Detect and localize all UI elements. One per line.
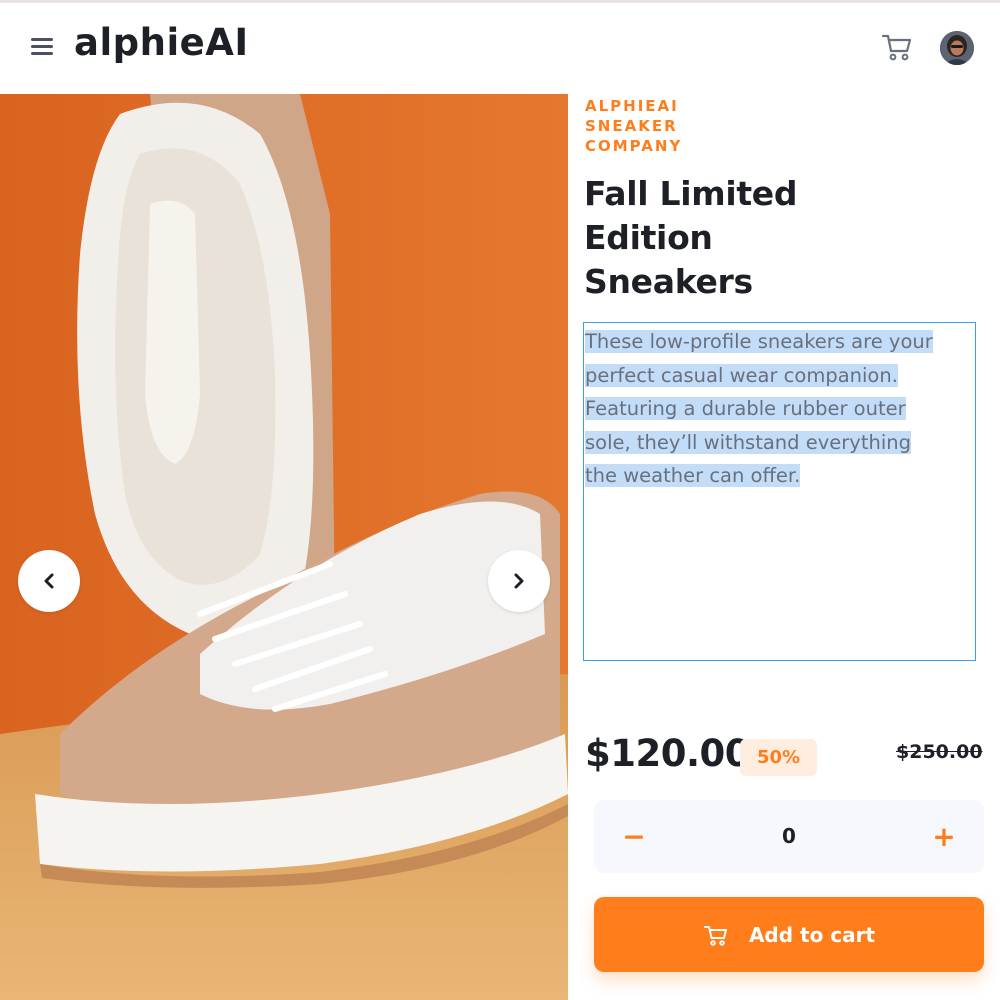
product-title: Fall Limited Edition Sneakers xyxy=(584,172,884,304)
sneaker-product-photo xyxy=(0,94,568,1000)
product-description-box[interactable]: These low-profile sneakers are your perf… xyxy=(583,322,976,661)
discount-badge: 50% xyxy=(740,739,817,776)
current-price: $120.00 xyxy=(585,732,751,775)
company-line: ALPHIEAI xyxy=(585,97,679,115)
product-gallery xyxy=(0,94,568,1000)
hamburger-menu-icon[interactable] xyxy=(31,38,53,56)
user-avatar[interactable] xyxy=(940,31,974,65)
title-line: Fall Limited xyxy=(584,174,798,213)
increase-quantity-button[interactable]: + xyxy=(926,818,962,854)
description-line: These low-profile sneakers are your xyxy=(585,330,933,353)
description-line: perfect casual wear companion. xyxy=(585,363,898,387)
product-description: These low-profile sneakers are your perf… xyxy=(585,325,975,493)
cart-icon[interactable] xyxy=(880,31,914,63)
quantity-stepper: − 0 + xyxy=(594,800,984,873)
quantity-value: 0 xyxy=(782,824,796,848)
chevron-left-icon xyxy=(44,573,54,589)
description-line: Featuring a durable rubber outer xyxy=(585,397,906,420)
title-line: Edition xyxy=(584,218,713,257)
company-name: ALPHIEAI SNEAKER COMPANY xyxy=(585,96,785,156)
description-line: the weather can offer. xyxy=(585,464,801,487)
next-image-button[interactable] xyxy=(488,550,550,612)
add-to-cart-label: Add to cart xyxy=(748,922,876,947)
decrease-quantity-button[interactable]: − xyxy=(616,818,652,854)
add-to-cart-button[interactable]: Add to cart xyxy=(594,897,984,972)
site-header: alphieAI xyxy=(0,3,1000,94)
previous-image-button[interactable] xyxy=(18,550,80,612)
description-line: sole, they’ll withstand everything xyxy=(585,430,911,454)
title-line: Sneakers xyxy=(584,262,753,301)
company-line: SNEAKER xyxy=(585,117,678,135)
company-line: COMPANY xyxy=(585,137,683,155)
brand-logo[interactable]: alphieAI xyxy=(74,21,249,64)
cart-icon xyxy=(703,925,727,946)
original-price: $250.00 xyxy=(896,741,983,763)
chevron-right-icon xyxy=(514,573,524,589)
